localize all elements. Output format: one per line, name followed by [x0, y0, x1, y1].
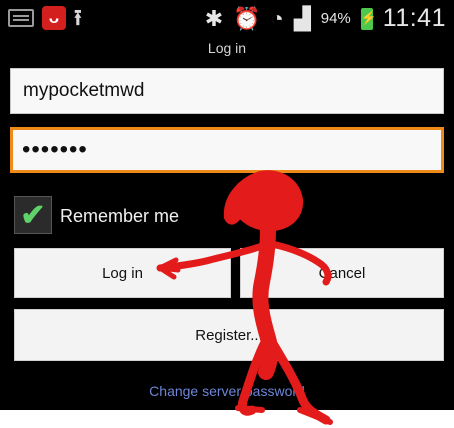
screen-title: Log in — [207, 40, 247, 56]
register-button[interactable]: Register... — [14, 309, 444, 361]
battery-percent: 94% — [320, 10, 351, 27]
status-bar-left: ᴗ ⭱ — [8, 6, 82, 30]
remember-me-label[interactable]: Remember me — [60, 206, 179, 227]
alarm-icon: ⏰ — [233, 5, 261, 31]
battery-charging-icon — [360, 7, 373, 30]
change-server-password-link[interactable]: Change server password — [0, 383, 454, 399]
signal-icon: ▟ — [293, 5, 311, 31]
cancel-button[interactable]: Cancel — [240, 248, 444, 298]
login-button[interactable]: Log in — [14, 248, 231, 298]
status-bar-right: ✱ ⏰ ◔ ▟ 94% 11:41 — [205, 4, 446, 33]
status-clock: 11:41 — [382, 4, 446, 32]
status-bar: ᴗ ⭱ ✱ ⏰ ◔ ▟ 94% 11:41 — [0, 0, 454, 38]
username-field[interactable]: mypocketmwd — [10, 68, 444, 114]
password-field[interactable]: ••••••• — [10, 127, 444, 173]
keyboard-icon — [8, 9, 34, 27]
app-screen: ᴗ ⭱ ✱ ⏰ ◔ ▟ 94% 11:41 Log in mypocketmwd… — [0, 0, 454, 410]
upload-icon: ⭱ — [74, 5, 82, 30]
avira-icon: ᴗ — [42, 6, 66, 30]
wifi-icon: ◔ — [270, 5, 284, 31]
remember-me-checkbox[interactable]: ✔ — [14, 196, 52, 234]
bluetooth-icon: ✱ — [204, 5, 224, 31]
checkmark-icon: ✔ — [20, 198, 46, 232]
